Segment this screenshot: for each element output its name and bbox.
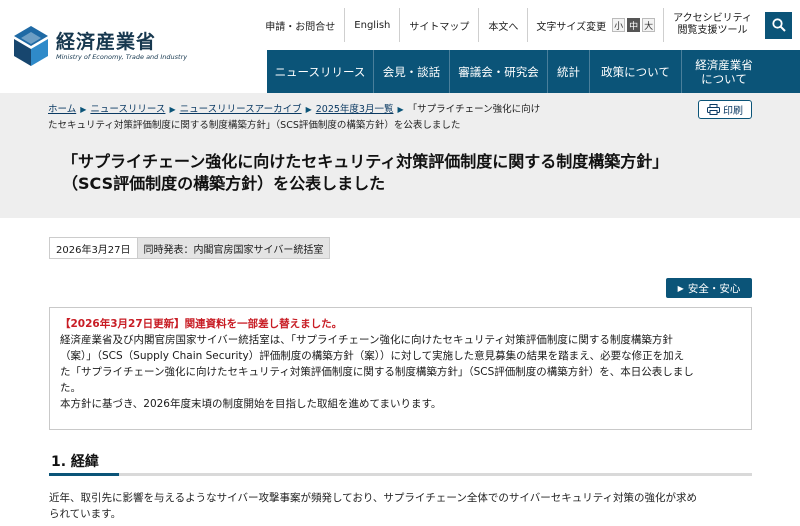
gnav-press-conference[interactable]: 会見・談話 (374, 50, 450, 93)
breadcrumb-home[interactable]: ホーム (48, 104, 76, 115)
breadcrumb-archive[interactable]: ニュースリリースアーカイブ (180, 104, 302, 115)
print-button[interactable]: 印刷 (698, 100, 752, 119)
gnav-statistics[interactable]: 統計 (548, 50, 590, 93)
meti-logo-icon (14, 26, 48, 66)
logo-subtitle: Ministry of Economy, Trade and Industry (56, 52, 188, 61)
breadcrumb-arrow-icon: ▶ (305, 105, 312, 114)
notice-text-1: 経済産業省及び内閣官房国家サイバー統括室は、「サプライチェーン強化に向けたセキュ… (60, 334, 673, 346)
breadcrumb-current-1: 「サプライチェーン強化に向け (407, 104, 541, 115)
site-header: 経済産業省 Ministry of Economy, Trade and Ind… (0, 0, 800, 93)
breadcrumb: ホーム ▶ ニュースリリース ▶ ニュースリリースアーカイブ ▶ 2025年度3月一覧 ▶ 「サ… (48, 102, 588, 134)
search-button[interactable] (765, 11, 792, 39)
body-paragraph: 近年、取引先に影響を与えるようなサイバー攻撃事案が頻発しており、サプライチェーン… (49, 490, 752, 522)
body-text-1: 近年、取引先に影響を与えるようなサイバー攻撃事案が頻発しており、サプライチェーン… (49, 492, 698, 504)
gnav-news-release[interactable]: ニュースリリース (267, 50, 374, 93)
body-text-2: られています。 (49, 508, 122, 520)
font-size-medium-button[interactable]: 中 (627, 18, 641, 32)
simultaneous-release: 同時発表：内閣官房国家サイバー統括室 (137, 238, 330, 258)
gnav-policies[interactable]: 政策について (590, 50, 682, 93)
notice-text-2: （案）」（SCS（Supply Chain Security）評価制度の構築方針… (60, 350, 685, 362)
notice-text-4: た。 (60, 382, 81, 394)
contact-link[interactable]: 申請・お問合せ (256, 8, 346, 42)
category-tag-label: 安全・安心 (687, 282, 741, 295)
breadcrumb-month[interactable]: 2025年度3月一覧 (316, 104, 394, 115)
category-tag[interactable]: ▶ 安全・安心 (666, 278, 752, 298)
release-meta: 2026年3月27日 同時発表：内閣官房国家サイバー統括室 (49, 237, 331, 259)
global-nav: ニュースリリース 会見・談話 審議会・研究会 統計 政策について 経済産業省 に… (267, 50, 800, 93)
release-date: 2026年3月27日 (50, 238, 138, 258)
accessibility-label-line2: 閲覧支援ツール (677, 25, 748, 36)
page-title-line2: （SCS評価制度の構築方針）を公表しました (62, 174, 386, 193)
update-notice: 【2026年3月27日更新】関連資料を一部差し替えました。 (60, 318, 343, 330)
utility-nav: 申請・お問合せ English サイトマップ 本文へ 文字サイズ変更 小 中 大… (256, 8, 800, 42)
font-size-large-button[interactable]: 大 (642, 18, 656, 32)
breadcrumb-current-2: たセキュリティ対策評価制度に関する制度構築方針」（SCS評価制度の構築方針）を公… (48, 120, 461, 131)
breadcrumb-arrow-icon: ▶ (80, 105, 87, 114)
breadcrumb-arrow-icon: ▶ (169, 105, 176, 114)
meti-logo[interactable]: 経済産業省 Ministry of Economy, Trade and Ind… (12, 24, 187, 68)
page-title-line1: 「サプライチェーン強化に向けたセキュリティ対策評価制度に関する制度構築方針」 (62, 152, 669, 171)
logo-title: 経済産業省 (56, 30, 157, 53)
sitemap-link[interactable]: サイトマップ (400, 8, 480, 42)
gnav-about-meti[interactable]: 経済産業省 について (682, 50, 766, 93)
notice-text-5: 本方針に基づき、2026年度末頃の制度開始を目指した取組を進めてまいります。 (60, 398, 442, 410)
notice-box: 【2026年3月27日更新】関連資料を一部差し替えました。 経済産業省及び内閣官… (49, 307, 752, 430)
breadcrumb-news[interactable]: ニュースリリース (90, 104, 165, 115)
font-size-small-button[interactable]: 小 (612, 18, 626, 32)
font-size-switcher: 文字サイズ変更 小 中 大 (528, 8, 665, 42)
section-heading-text: 1. 経緯 (51, 454, 99, 470)
page-title: 「サプライチェーン強化に向けたセキュリティ対策評価制度に関する制度構築方針」 （… (62, 151, 762, 195)
title-area: ホーム ▶ ニュースリリース ▶ ニュースリリースアーカイブ ▶ 2025年度3月一覧 ▶ 「サ… (0, 93, 800, 218)
print-label: 印刷 (723, 106, 743, 117)
search-icon (771, 18, 786, 32)
font-size-label: 文字サイズ変更 (536, 21, 607, 33)
accessibility-tool-link[interactable]: アクセシビリティ 閲覧支援ツール (664, 8, 761, 42)
notice-text-3: た「サプライチェーン強化に向けたセキュリティ対策評価制度に関する制度構築方針」（… (60, 366, 694, 378)
section-heading: 1. 経緯 (49, 448, 752, 476)
breadcrumb-arrow-icon: ▶ (397, 105, 404, 114)
gnav-councils[interactable]: 審議会・研究会 (450, 50, 548, 93)
play-triangle-icon: ▶ (677, 283, 684, 293)
gnav-about-line2: について (701, 71, 747, 86)
accessibility-label-line1: アクセシビリティ (673, 13, 752, 24)
skip-to-content-link[interactable]: 本文へ (479, 8, 529, 42)
gnav-about-line1: 経済産業省 (695, 57, 753, 72)
printer-icon (707, 104, 720, 115)
english-link[interactable]: English (345, 8, 401, 42)
